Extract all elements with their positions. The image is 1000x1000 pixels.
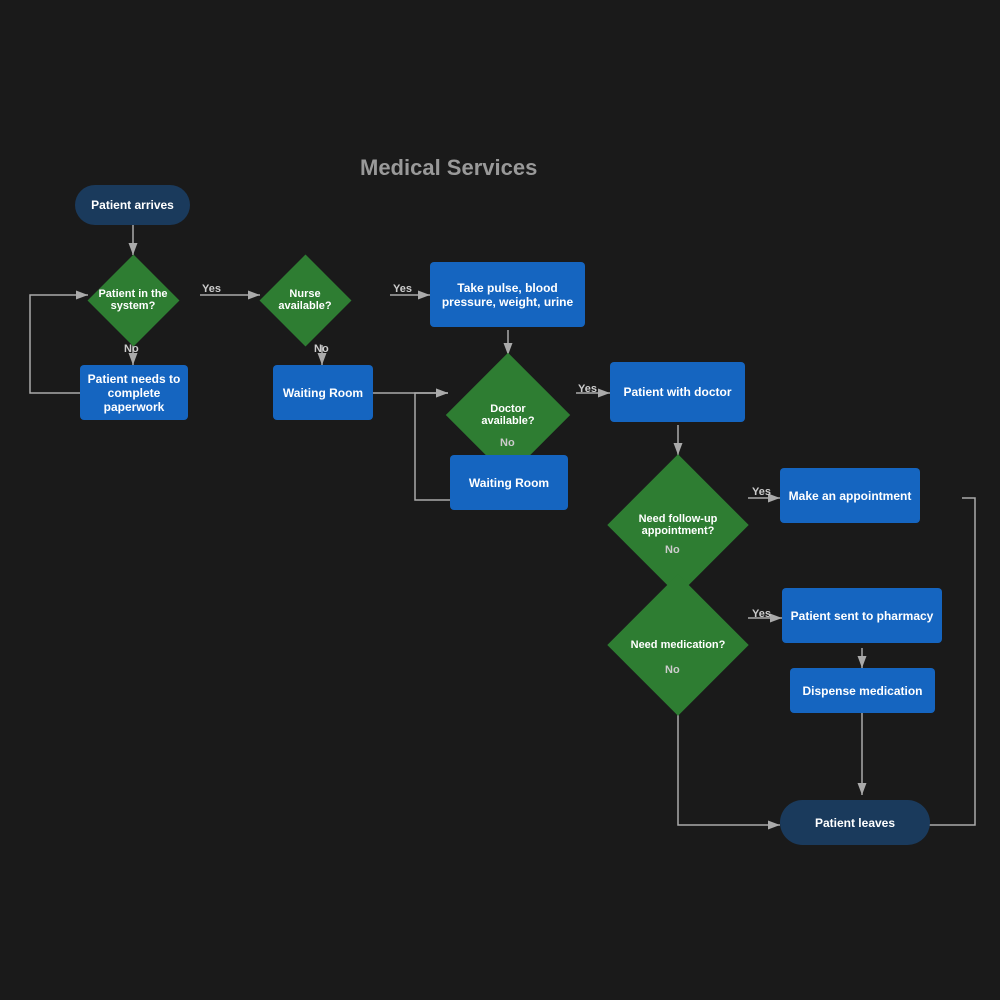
make-appointment-node: Make an appointment [780,468,920,523]
label-yes-patient-system: Yes [202,283,221,295]
waiting-room-2-node: Waiting Room [450,455,568,510]
patient-with-doctor-node: Patient with doctor [610,362,745,422]
patient-leaves-node: Patient leaves [780,800,930,845]
patient-to-pharmacy-node: Patient sent to pharmacy [782,588,942,643]
page-title: Medical Services [360,155,537,181]
patient-needs-paperwork-node: Patient needs to complete paperwork [80,365,188,420]
label-no-followup: No [665,544,680,556]
label-no-medication: No [665,664,680,676]
waiting-room-1-node: Waiting Room [273,365,373,420]
patient-arrives-node: Patient arrives [75,185,190,225]
patient-in-system-diamond: Patient in the system? [88,255,178,345]
label-yes-medication: Yes [752,608,771,620]
dispense-medication-node: Dispense medication [790,668,935,713]
label-yes-followup: Yes [752,486,771,498]
label-no-patient-system: No [124,343,139,355]
need-medication-diamond: Need medication? [608,575,748,715]
take-pulse-node: Take pulse, blood pressure, weight, urin… [430,262,585,327]
nurse-available-diamond: Nurse available? [260,255,350,345]
label-no-nurse: No [314,343,329,355]
flowchart-canvas: Medical Services [0,0,1000,1000]
label-yes-doctor: Yes [578,383,597,395]
label-no-doctor: No [500,437,515,449]
label-yes-nurse: Yes [393,283,412,295]
